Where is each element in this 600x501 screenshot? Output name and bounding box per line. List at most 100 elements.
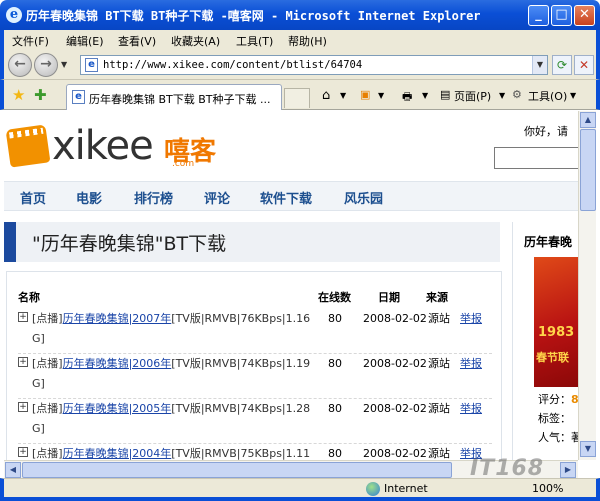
nav-home[interactable]: 首页	[20, 188, 46, 207]
row-online: 80	[328, 447, 342, 460]
scroll-up-icon[interactable]: ▲	[580, 112, 596, 128]
maximize-button[interactable]: □	[551, 5, 572, 26]
tools-dropdown-icon[interactable]: ▼	[570, 91, 576, 100]
report-link[interactable]: 举报	[460, 399, 482, 419]
history-dropdown-icon[interactable]: ▼	[61, 60, 67, 69]
ie-icon: e	[6, 7, 22, 23]
expand-icon[interactable]: +	[18, 402, 28, 412]
row-name: [点播]历年春晚集锦|2004年[TV版|RMVB|75KBps|1.11	[32, 444, 312, 460]
greeting-text: 你好，请	[524, 125, 568, 138]
vertical-scrollbar[interactable]: ▲ ▼	[578, 111, 596, 460]
side-tags-label: 标签：	[538, 412, 571, 425]
side-tags: 标签：	[538, 410, 571, 426]
print-icon[interactable]: 🖶	[402, 88, 412, 107]
col-online: 在线数	[318, 291, 351, 304]
row-date: 2008-02-02	[363, 447, 427, 460]
expand-icon[interactable]: +	[18, 357, 28, 367]
row-online: 80	[328, 357, 342, 370]
site-nav: 首页 电影 排行榜 评论 软件下载 风乐园	[4, 181, 578, 211]
print-dropdown-icon[interactable]: ▼	[422, 91, 428, 100]
scroll-right-icon[interactable]: ▶	[560, 462, 576, 478]
nav-reviews[interactable]: 评论	[204, 188, 230, 207]
col-source: 来源	[426, 291, 448, 304]
scroll-left-icon[interactable]: ◀	[5, 462, 21, 478]
expand-icon[interactable]: +	[18, 312, 28, 322]
row-name: [点播]历年春晚集锦|2007年[TV版|RMVB|76KBps|1.16 G]	[32, 309, 312, 349]
row-details: [TV版|RMVB|75KBps|1.11	[171, 447, 311, 460]
menu-help[interactable]: 帮助(H)	[288, 33, 327, 49]
row-name: [点播]历年春晚集锦|2005年[TV版|RMVB|74KBps|1.28 G]	[32, 399, 312, 439]
stop-icon[interactable]: ✕	[574, 55, 594, 75]
menu-file[interactable]: 文件(F)	[12, 33, 49, 49]
side-popularity-value: 著	[571, 431, 578, 444]
title-bar: e 历年春晚集锦 BT下载 BT种子下载 -嘻客网 - Microsoft In…	[0, 0, 600, 30]
add-favorite-icon[interactable]: ✚	[34, 86, 47, 104]
row-link[interactable]: 历年春晚集锦|2004年	[63, 447, 172, 460]
page-icon: e	[85, 58, 98, 72]
row-date: 2008-02-02	[363, 357, 427, 370]
report-link[interactable]: 举报	[460, 309, 482, 329]
search-input[interactable]	[494, 147, 578, 169]
tools-menu-button[interactable]: 工具(O)	[528, 88, 567, 104]
row-source: 源站	[428, 402, 450, 415]
menu-edit[interactable]: 编辑(E)	[66, 33, 104, 49]
security-zone: Internet	[384, 482, 428, 495]
page-dropdown-icon[interactable]: ▼	[499, 91, 505, 100]
side-score-label: 评分：	[538, 393, 571, 406]
tab-label: 历年春晚集锦 BT下载 BT种子下载 ...	[89, 93, 271, 106]
site-logo[interactable]: xikee	[52, 123, 154, 169]
row-date: 2008-02-02	[363, 402, 427, 415]
feeds-dropdown-icon[interactable]: ▼	[378, 91, 384, 100]
site-logo-com: .com	[172, 159, 195, 169]
home-icon[interactable]: ⌂	[322, 88, 330, 103]
vertical-scroll-thumb[interactable]	[580, 129, 596, 211]
page-viewport: xikee 嘻客 .com 你好，请 首页 电影 排行榜 评论 软件下载 风乐园…	[4, 111, 578, 460]
side-score-value: 8	[571, 393, 578, 406]
scroll-down-icon[interactable]: ▼	[580, 441, 596, 457]
menu-favorites[interactable]: 收藏夹(A)	[171, 33, 220, 49]
row-link[interactable]: 历年春晚集锦|2007年	[63, 312, 172, 325]
expand-icon[interactable]: +	[18, 447, 28, 457]
close-button[interactable]: ✕	[574, 5, 595, 26]
row-name: [点播]历年春晚集锦|2006年[TV版|RMVB|74KBps|1.19 G]	[32, 354, 312, 394]
col-date: 日期	[378, 291, 400, 304]
poster-year: 1983	[538, 325, 575, 340]
heading-accent	[4, 222, 16, 262]
tab-bar: ★ ✚ e 历年春晚集锦 BT下载 BT种子下载 ... ⌂ ▼ ▣ ▼ 🖶 ▼…	[0, 80, 600, 110]
nav-fengle[interactable]: 风乐园	[344, 188, 383, 207]
forward-button[interactable]: →	[34, 53, 58, 77]
new-tab-button[interactable]	[284, 88, 310, 108]
row-tag: [点播]	[32, 357, 63, 370]
minimize-button[interactable]: _	[528, 5, 549, 26]
nav-movies[interactable]: 电影	[76, 188, 102, 207]
home-dropdown-icon[interactable]: ▼	[340, 91, 346, 100]
zoom-level[interactable]: 100%	[532, 482, 563, 495]
favorites-star-icon[interactable]: ★	[12, 86, 25, 104]
side-popularity: 人气：著	[538, 429, 578, 445]
address-url[interactable]: http://www.xikee.com/content/btlist/6470…	[103, 59, 362, 71]
row-link[interactable]: 历年春晚集锦|2005年	[63, 402, 172, 415]
refresh-icon[interactable]: ⟳	[552, 55, 572, 75]
feeds-icon[interactable]: ▣	[360, 88, 370, 101]
poster-image[interactable]: 1983 春节联	[534, 257, 578, 387]
menu-tools[interactable]: 工具(T)	[236, 33, 273, 49]
address-dropdown-icon[interactable]: ▼	[532, 56, 547, 74]
nav-software[interactable]: 软件下载	[260, 188, 312, 207]
tab-page-icon: e	[72, 90, 85, 104]
sidebar-title: 历年春晚	[524, 235, 573, 249]
menu-bar: 文件(F) 编辑(E) 查看(V) 收藏夹(A) 工具(T) 帮助(H)	[0, 30, 600, 50]
back-button[interactable]: ←	[8, 53, 32, 77]
address-field[interactable]: e http://www.xikee.com/content/btlist/64…	[80, 55, 548, 75]
tab-current[interactable]: e 历年春晚集锦 BT下载 BT种子下载 ...	[66, 84, 282, 110]
table-row: + [点播]历年春晚集锦|2007年[TV版|RMVB|76KBps|1.16 …	[18, 309, 492, 354]
table-row: + [点播]历年春晚集锦|2006年[TV版|RMVB|74KBps|1.19 …	[18, 354, 492, 399]
menu-view[interactable]: 查看(V)	[118, 33, 156, 49]
window-title: 历年春晚集锦 BT下载 BT种子下载 -嘻客网 - Microsoft Inte…	[26, 9, 481, 23]
page-menu-button[interactable]: 页面(P)	[454, 88, 491, 104]
poster-text: 春节联	[536, 351, 569, 364]
report-link[interactable]: 举报	[460, 354, 482, 374]
nav-ranking[interactable]: 排行榜	[134, 188, 173, 207]
row-link[interactable]: 历年春晚集锦|2006年	[63, 357, 172, 370]
horizontal-scroll-thumb[interactable]	[22, 462, 452, 478]
row-tag: [点播]	[32, 402, 63, 415]
